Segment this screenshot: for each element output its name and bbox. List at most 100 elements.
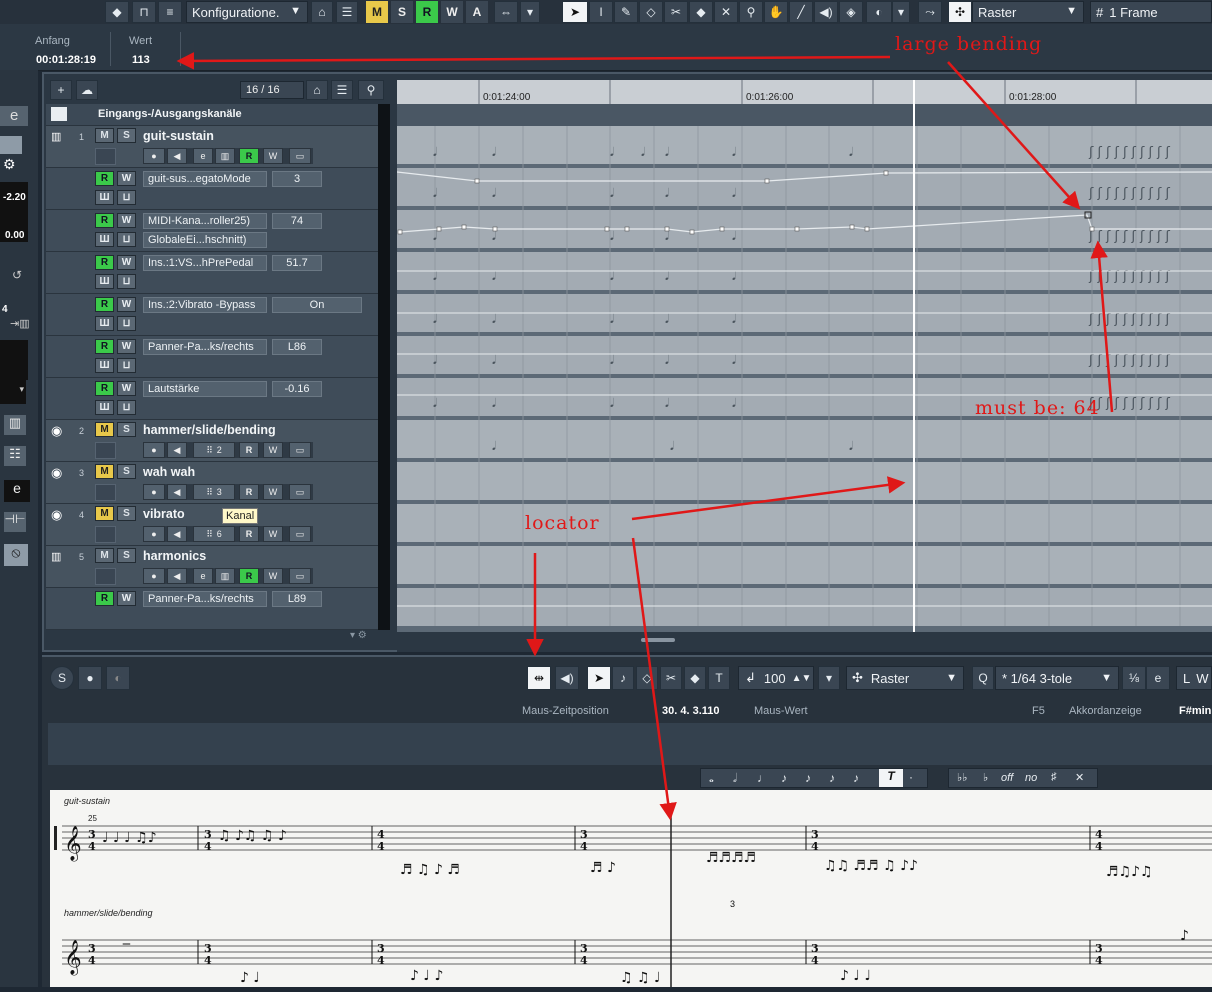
quantize-edit-icon[interactable]: e — [1146, 666, 1170, 690]
automation-lane-4[interactable]: R W Ins.:2:Vibrato -Bypass On Ш ⊔ — [46, 294, 378, 336]
range-tool-icon[interactable]: I — [589, 1, 613, 23]
score-page[interactable]: guit-sustain 25 𝄞 3 4 ♩ ♩ ♩ ♫♪ ♫ ♪♫ ♫ ♪ … — [50, 790, 1212, 987]
lanes-icon[interactable]: ▭ — [289, 568, 311, 584]
double-sharp-icon[interactable]: ✕ — [1075, 771, 1084, 784]
inspector-button[interactable] — [0, 136, 22, 154]
read-automation-button[interactable]: R — [95, 381, 114, 396]
track-row-wah-wah[interactable]: ◉ 3 M S wah wah ● ◀ ⠿ 3 R W ▭ — [46, 462, 378, 504]
erase-tool-icon[interactable]: ◇ — [636, 666, 658, 690]
half-note-icon[interactable]: 𝅗𝅥 — [733, 771, 737, 786]
write-button[interactable]: W — [263, 442, 283, 458]
sixty-fourth-note-icon[interactable]: ♪ — [853, 771, 859, 785]
thirty-second-note-icon[interactable]: ♪ — [829, 771, 835, 785]
automation-parameter[interactable]: Lautstärke — [143, 381, 267, 397]
glue-tool-icon[interactable]: ◆ — [689, 1, 713, 23]
automation-lane-5[interactable]: R W Panner-Pa...ks/rechts L86 Ш ⊔ — [46, 336, 378, 378]
write-button[interactable]: W — [263, 568, 283, 584]
retrospective-icon[interactable]: ◐ — [106, 666, 130, 690]
write-automation-button[interactable]: W — [117, 591, 136, 606]
sharp-icon[interactable]: ♯ — [1051, 771, 1057, 783]
solo-editor-icon[interactable]: S — [50, 666, 74, 690]
read-automation-button[interactable]: R — [95, 255, 114, 270]
eraser-tool-icon[interactable]: ◇ — [639, 1, 663, 23]
track-expand-toggle[interactable] — [95, 442, 116, 459]
write-automation-button[interactable]: W — [117, 213, 136, 228]
record-icon[interactable]: ● — [78, 666, 102, 690]
scissors-tool-icon[interactable]: ✂ — [664, 1, 688, 23]
palette-dropdown-icon[interactable]: ▾ — [892, 1, 910, 23]
snap-type-select[interactable]: Raster ▼ — [972, 1, 1084, 23]
dotted-toggle[interactable]: · — [909, 770, 913, 784]
mute-button[interactable]: M — [95, 506, 114, 521]
track-name[interactable]: wah wah — [143, 465, 195, 479]
double-flat-icon[interactable]: ♭♭ — [957, 771, 967, 784]
track-row-hammer-slide-bending[interactable]: ◉ 2 M S hammer/slide/bending ● ◀ ⠿ 2 R W … — [46, 420, 378, 462]
instrument-icon[interactable]: ▥ — [215, 568, 235, 584]
read-button[interactable]: R — [239, 484, 259, 500]
automation-parameter[interactable]: MIDI-Kana...roller25) — [143, 213, 267, 229]
speaker-tool-icon[interactable]: ◀) — [814, 1, 838, 23]
settings-icon[interactable]: ⚙ — [3, 156, 23, 174]
list-icon[interactable]: ☰ — [336, 1, 358, 23]
iterative-quantize-icon[interactable]: ⅛ — [1122, 666, 1146, 690]
automation-value[interactable]: L86 — [272, 339, 322, 355]
instrument-icon[interactable]: ▥ — [215, 148, 235, 164]
mixer-icon[interactable]: ≡ — [158, 1, 182, 23]
read-automation-button[interactable]: R — [95, 213, 114, 228]
read-automation-button[interactable]: R — [95, 297, 114, 312]
read-automation-button[interactable]: R — [95, 339, 114, 354]
solo-button[interactable]: S — [117, 548, 136, 563]
color-tool-icon[interactable]: ◈ — [839, 1, 863, 23]
whole-note-icon[interactable]: 𝅝 — [709, 771, 714, 786]
monitor-button[interactable]: ◀ — [167, 568, 187, 584]
snap-on-icon[interactable]: ⤳ — [918, 1, 942, 23]
visibility-icon[interactable]: ⌂ — [306, 80, 328, 100]
automation-parameter[interactable]: Ins.:2:Vibrato -Bypass — [143, 297, 267, 313]
write-mode-button[interactable]: W — [441, 1, 463, 23]
snap-type-icon[interactable]: ✣ — [948, 1, 972, 23]
route-icon[interactable]: ⇥▥ — [10, 317, 30, 330]
refresh-icon[interactable]: ↺ — [12, 268, 22, 282]
zoom-tool-icon[interactable]: ⚲ — [739, 1, 763, 23]
velocity-field[interactable]: ↲ 100 ▲▼ — [738, 666, 814, 690]
activate-project-icon[interactable]: ◆ — [105, 1, 129, 23]
monitor-button[interactable]: ◀ — [167, 148, 187, 164]
automation-value[interactable]: -0.16 — [272, 381, 322, 397]
track-name[interactable]: hammer/slide/bending — [143, 423, 276, 437]
write-automation-button[interactable]: W — [117, 339, 136, 354]
automation-lane-2[interactable]: R W MIDI-Kana...roller25) 74 Ш ⊔ Globale… — [46, 210, 378, 252]
track-expand-toggle[interactable] — [95, 526, 116, 543]
read-automation-button[interactable]: R — [95, 171, 114, 186]
automation-lane-6[interactable]: R W Lautstärke -0.16 Ш ⊔ — [46, 378, 378, 420]
automation-value[interactable]: 3 — [272, 171, 322, 187]
read-button[interactable]: R — [239, 568, 259, 584]
solo-button[interactable]: S — [117, 506, 136, 521]
palette-icon[interactable]: ◐ — [866, 1, 892, 23]
automation-show-icon[interactable]: Ш — [95, 190, 114, 205]
automation-add-icon[interactable]: ⊔ — [117, 358, 136, 373]
automation-add-icon[interactable]: ⊔ — [117, 190, 136, 205]
track-name[interactable]: harmonics — [143, 549, 206, 563]
record-enable-button[interactable]: ● — [143, 484, 165, 500]
automation-add-icon[interactable]: ⊔ — [117, 400, 136, 415]
quantize-icon[interactable]: Q — [972, 666, 994, 690]
constrain-icon[interactable]: ⊓ — [132, 1, 156, 23]
read-automation-button[interactable]: R — [95, 591, 114, 606]
waves-icon[interactable]: ▥ — [4, 415, 26, 435]
solo-button[interactable]: S — [117, 422, 136, 437]
edit-icon[interactable]: e — [193, 568, 213, 584]
automation-lane-3[interactable]: R W Ins.:1:VS...hPrePedal 51.7 Ш ⊔ — [46, 252, 378, 294]
pencil-tool-icon[interactable]: ✎ — [614, 1, 638, 23]
write-button[interactable]: W — [263, 526, 283, 542]
start-value[interactable]: 00:01:28:19 — [36, 54, 96, 66]
mute-button[interactable]: M — [95, 422, 114, 437]
folder-import-icon[interactable]: ☁ — [76, 80, 98, 100]
insert-icon[interactable]: ⊣⊢ — [4, 512, 26, 532]
snap-select[interactable]: ✣ Raster ▼ — [846, 666, 964, 690]
length-select[interactable]: LW — [1176, 666, 1212, 690]
solo-button[interactable]: S — [117, 464, 136, 479]
mute-tool-icon[interactable]: ✕ — [714, 1, 738, 23]
autoscroll-icon[interactable]: ⇹ — [527, 666, 551, 690]
mute-mode-button[interactable]: M — [366, 1, 388, 23]
track-name[interactable]: vibrato — [143, 507, 185, 521]
